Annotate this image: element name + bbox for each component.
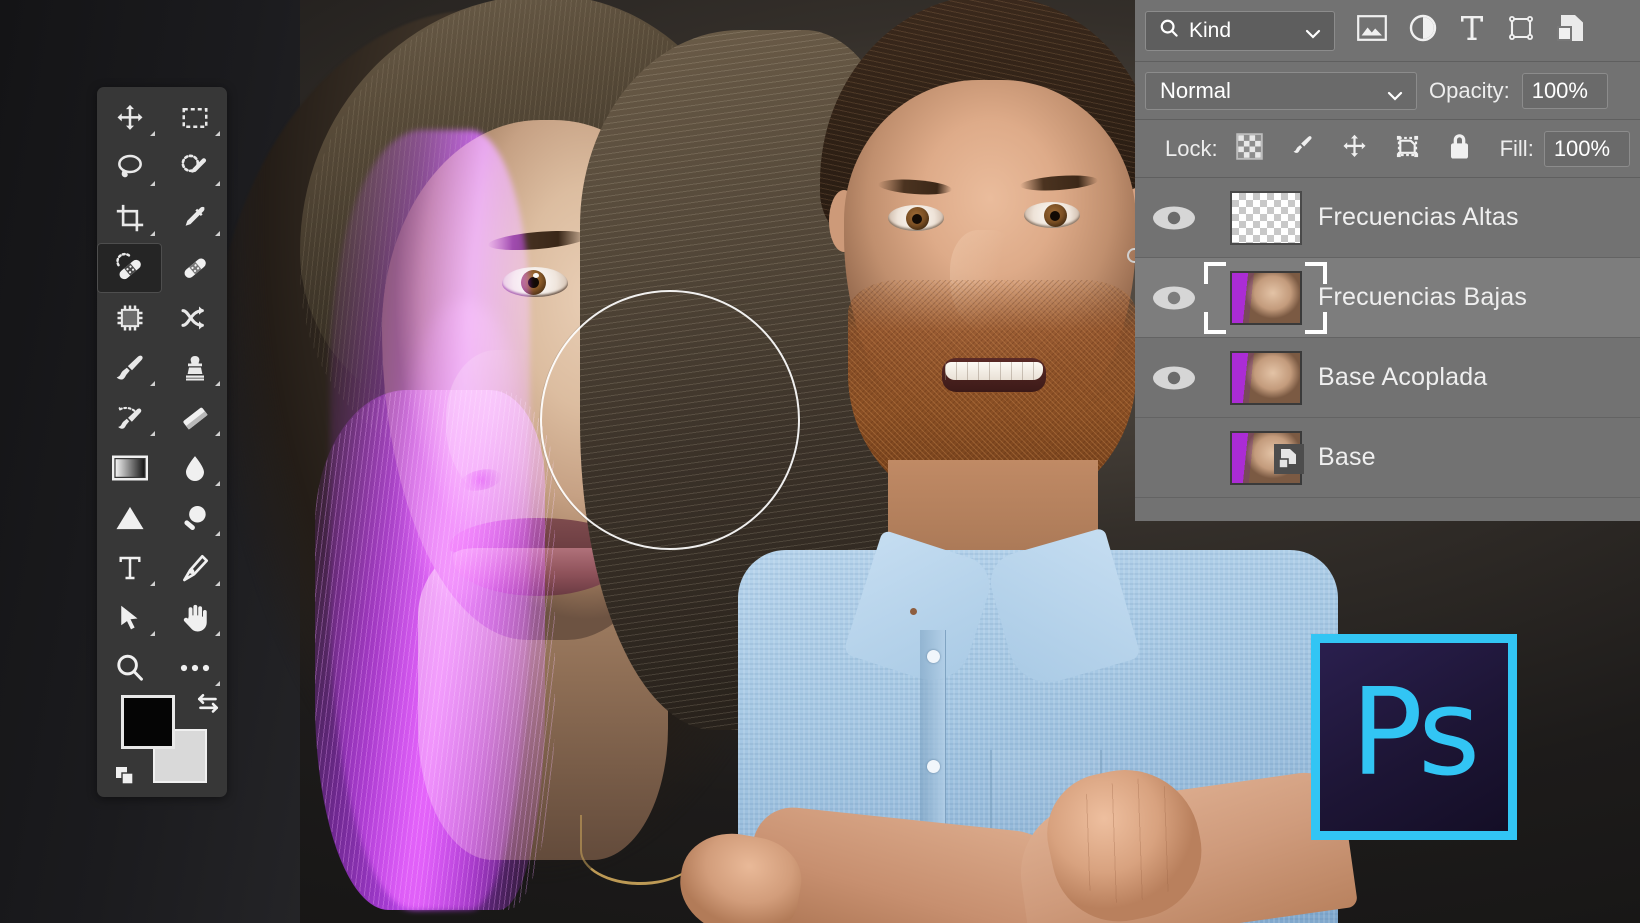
layer-visibility-toggle[interactable] <box>1135 283 1213 313</box>
eraser-tool[interactable] <box>162 393 227 443</box>
tool-submenu-triangle <box>215 631 220 636</box>
photoshop-logo-text: Ps <box>1350 664 1481 803</box>
tool-submenu-triangle <box>215 681 220 686</box>
gradient-tool[interactable] <box>97 443 162 493</box>
blend-mode-row: Normal Opacity: 100% <box>1135 62 1640 120</box>
blur-tool[interactable] <box>162 443 227 493</box>
tool-submenu-triangle <box>150 131 155 136</box>
layer-visibility-toggle[interactable] <box>1135 363 1213 393</box>
photoshop-logo: Ps <box>1311 634 1517 840</box>
move-tool[interactable] <box>97 93 162 143</box>
layer-name[interactable]: Frecuencias Altas <box>1318 203 1519 232</box>
lock-label: Lock: <box>1165 135 1218 161</box>
photoshop-window: Kind Normal Opacity: 100% Lock: Fill: 10… <box>0 0 1640 923</box>
tool-submenu-triangle <box>215 131 220 136</box>
lock-icon-group <box>1235 132 1472 165</box>
zoom-tool[interactable] <box>97 643 162 693</box>
tool-submenu-triangle <box>215 481 220 486</box>
healing-brush-tool[interactable] <box>162 243 227 293</box>
type-layer-filter-icon[interactable] <box>1459 14 1485 47</box>
path-selection-tool[interactable] <box>97 593 162 643</box>
search-icon <box>1158 17 1180 45</box>
opacity-label: Opacity: <box>1429 77 1510 103</box>
color-swatches[interactable] <box>116 693 219 785</box>
clone-stamp-tool[interactable] <box>162 343 227 393</box>
filter-type-icons <box>1357 14 1587 47</box>
layer-thumbnail[interactable] <box>1213 350 1318 405</box>
brush-cursor-circle <box>540 290 800 550</box>
smart-object-badge-icon <box>1274 443 1304 474</box>
rectangular-marquee-tool[interactable] <box>162 93 227 143</box>
blend-mode-value: Normal <box>1160 77 1231 103</box>
layers-filter-row: Kind <box>1135 0 1640 62</box>
lasso-tool[interactable] <box>97 143 162 193</box>
lock-row: Lock: Fill: 100% <box>1135 120 1640 178</box>
tool-submenu-triangle <box>150 181 155 186</box>
layer-row[interactable]: Frecuencias Altas <box>1135 178 1640 258</box>
horizontal-type-tool[interactable] <box>97 543 162 593</box>
tool-submenu-triangle <box>150 631 155 636</box>
shuffle-tool[interactable] <box>162 293 227 343</box>
edit-toolbar-tool[interactable] <box>162 643 227 693</box>
lock-artboard-nesting-icon[interactable] <box>1394 133 1421 165</box>
spot-healing-brush-tool[interactable] <box>97 243 162 293</box>
tools-panel[interactable] <box>97 87 227 797</box>
fill-label: Fill: <box>1499 135 1534 161</box>
layer-name[interactable]: Base <box>1318 443 1376 472</box>
foreground-color-swatch[interactable] <box>121 695 175 749</box>
object-selection-tool[interactable] <box>162 143 227 193</box>
filter-kind-select[interactable]: Kind <box>1145 10 1335 51</box>
dodge-tool[interactable] <box>97 493 162 543</box>
tool-submenu-triangle <box>215 581 220 586</box>
layer-name[interactable]: Frecuencias Bajas <box>1318 283 1527 312</box>
default-colors-icon[interactable] <box>115 766 135 791</box>
tool-submenu-triangle <box>215 531 220 536</box>
swap-colors-icon[interactable] <box>193 689 223 724</box>
lock-transparent-pixels-icon[interactable] <box>1235 132 1263 165</box>
crop-tool[interactable] <box>97 193 162 243</box>
eyedropper-tool[interactable] <box>162 193 227 243</box>
adjustment-layer-filter-icon[interactable] <box>1409 14 1437 47</box>
tool-submenu-triangle <box>215 231 220 236</box>
frame-tool[interactable] <box>97 293 162 343</box>
layer-thumbnail[interactable] <box>1204 261 1327 334</box>
layer-row[interactable]: Frecuencias Bajas <box>1135 258 1640 338</box>
layers-panel[interactable]: Kind Normal Opacity: 100% Lock: Fill: 10… <box>1135 0 1640 521</box>
lock-all-icon[interactable] <box>1447 133 1472 165</box>
tool-submenu-triangle <box>215 381 220 386</box>
tool-submenu-triangle <box>215 181 220 186</box>
tool-submenu-triangle <box>215 431 220 436</box>
pen-tool[interactable] <box>162 543 227 593</box>
lock-position-icon[interactable] <box>1341 133 1368 165</box>
tool-submenu-triangle <box>150 431 155 436</box>
layer-row[interactable]: Base <box>1135 418 1640 498</box>
chevron-down-icon[interactable] <box>1304 24 1322 48</box>
chevron-down-icon[interactable] <box>1386 84 1404 110</box>
brush-tool[interactable] <box>97 343 162 393</box>
fill-input[interactable]: 100% <box>1543 130 1630 167</box>
history-brush-tool[interactable] <box>97 393 162 443</box>
layer-thumbnail[interactable] <box>1213 190 1318 245</box>
layer-thumbnail[interactable] <box>1213 430 1318 485</box>
pixel-layer-filter-icon[interactable] <box>1357 15 1387 46</box>
opacity-input[interactable]: 100% <box>1521 72 1608 109</box>
hand-tool[interactable] <box>162 593 227 643</box>
layer-name[interactable]: Base Acoplada <box>1318 363 1487 392</box>
tool-submenu-triangle <box>150 231 155 236</box>
layer-row[interactable]: Base Acoplada <box>1135 338 1640 418</box>
zoom-in-tool[interactable] <box>162 493 227 543</box>
smart-object-filter-icon[interactable] <box>1557 14 1587 47</box>
tool-submenu-triangle <box>150 581 155 586</box>
filter-kind-label: Kind <box>1189 18 1232 42</box>
shape-layer-filter-icon[interactable] <box>1507 14 1535 47</box>
lock-image-pixels-icon[interactable] <box>1289 133 1315 164</box>
layer-visibility-toggle[interactable] <box>1135 203 1213 233</box>
tools-grid <box>97 87 227 693</box>
blend-mode-select[interactable]: Normal <box>1145 71 1417 110</box>
tool-submenu-triangle <box>150 381 155 386</box>
